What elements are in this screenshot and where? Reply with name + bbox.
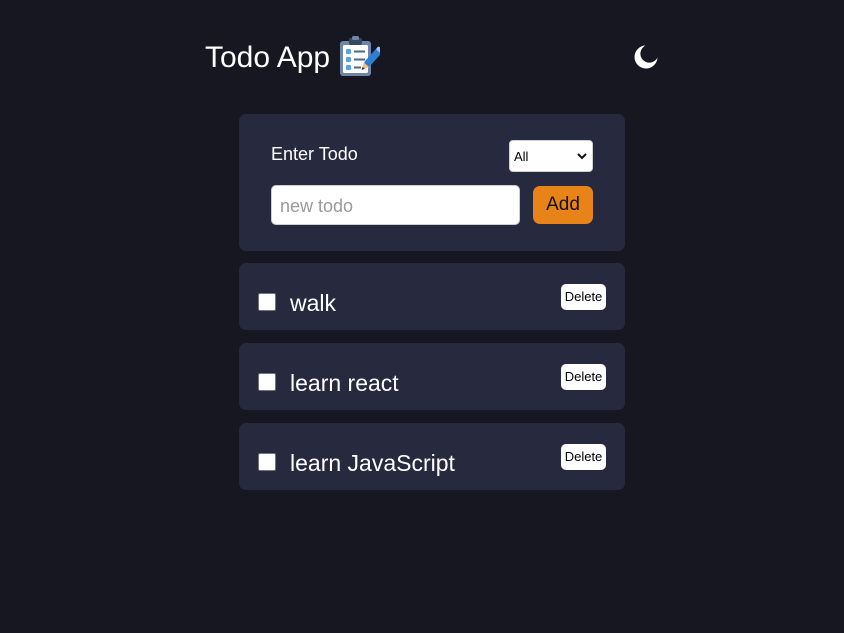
todo-text: learn JavaScript [290,450,455,476]
moon-icon[interactable] [633,44,659,70]
todo-checkbox[interactable] [258,373,276,391]
delete-button[interactable]: Delete [561,284,606,310]
clipboard-icon [340,36,380,76]
filter-select[interactable]: All [509,140,593,172]
add-button[interactable]: Add [533,186,593,224]
app-header: Todo App [205,36,659,80]
delete-button[interactable]: Delete [561,364,606,390]
todo-item: learn react Delete [239,343,625,410]
delete-button[interactable]: Delete [561,444,606,470]
todo-item: walk Delete [239,263,625,330]
enter-todo-label: Enter Todo [271,144,358,164]
todo-text: walk [290,290,337,316]
new-todo-card: Enter Todo All new todo Add [239,114,625,251]
page-title: Todo App [205,41,331,74]
todo-checkbox[interactable] [258,293,276,311]
todo-checkbox[interactable] [258,453,276,471]
todo-text: learn react [290,370,399,396]
new-todo-placeholder: new todo [280,196,354,216]
todo-item: learn JavaScript Delete [239,423,625,490]
filter-selected-value: All [514,149,529,164]
chevron-down-icon [577,153,587,160]
new-todo-input[interactable]: new todo [271,185,520,225]
